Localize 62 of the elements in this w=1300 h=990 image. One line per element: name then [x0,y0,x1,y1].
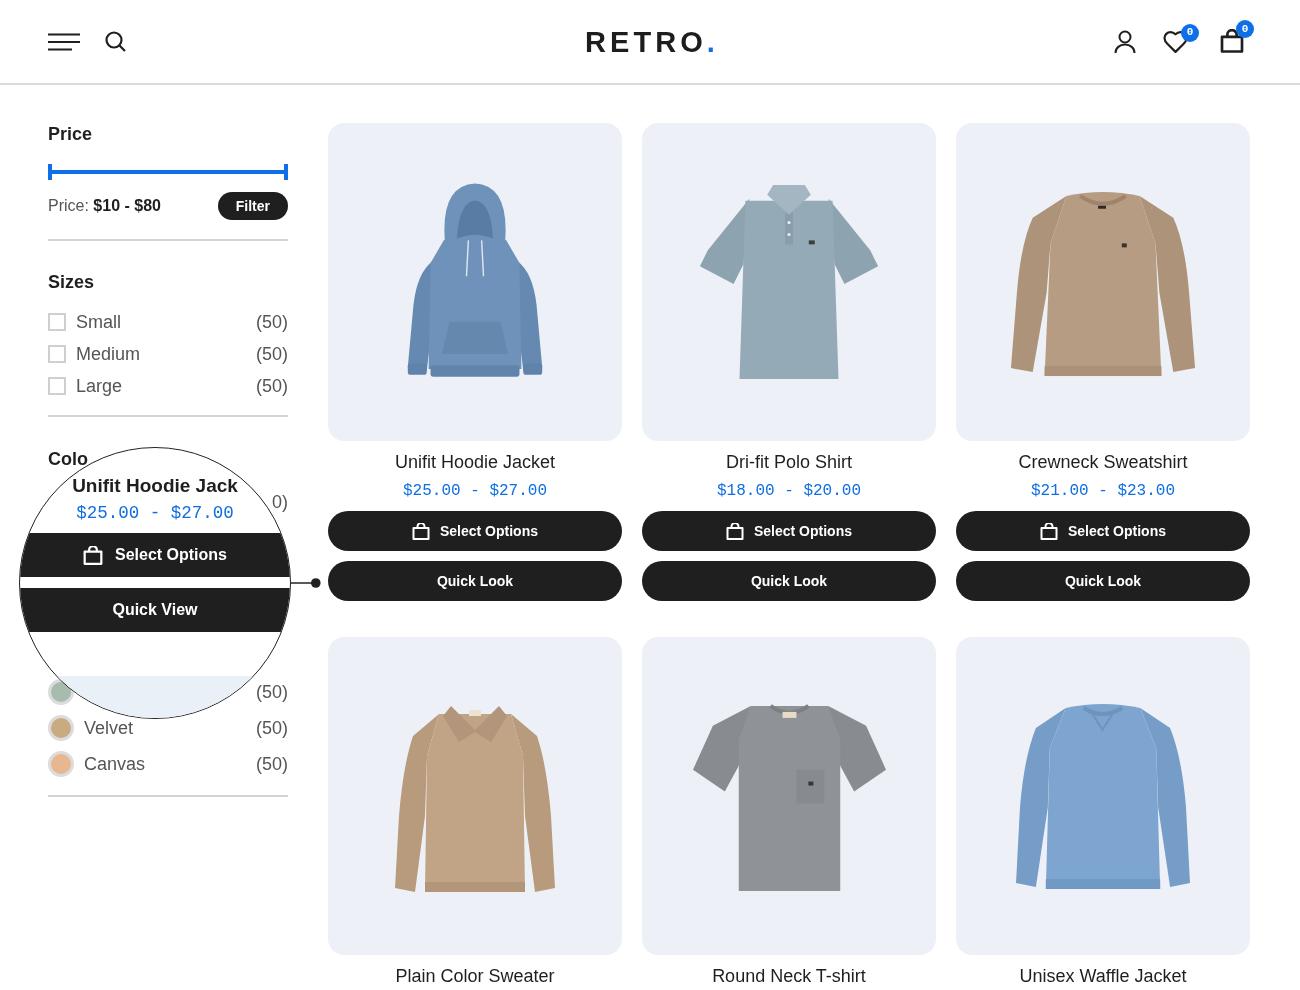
size-checkbox[interactable] [48,377,66,395]
color-swatch-icon[interactable] [48,715,74,741]
slider-handle[interactable] [284,164,288,180]
size-label[interactable]: Small [76,310,121,334]
wishlist-count-badge: 0 [1181,23,1199,42]
user-icon[interactable] [1114,29,1136,54]
shopping-bag-icon [83,545,103,565]
quick-look-button[interactable]: Quick Look [642,561,936,601]
product-image-tile[interactable] [956,123,1250,441]
size-count: (50) [256,343,288,366]
price-heading: Price [48,123,94,145]
select-options-button[interactable]: Select Options [956,511,1250,551]
price-slider-track[interactable] [48,164,288,180]
filter-button[interactable]: Filter [217,192,288,220]
color-label[interactable]: Canvas [84,752,146,776]
magnified-product-title: Unifit Hoodie Jack [72,474,238,498]
size-checkbox[interactable] [48,313,66,331]
sizes-heading: Sizes [48,271,96,293]
logo[interactable]: RETRO. [581,24,719,59]
product-title[interactable]: Round Neck T-shirt [712,965,866,987]
quick-look-button[interactable]: Quick Look [956,561,1250,601]
color-count: (50) [256,717,288,740]
product-image-tile[interactable] [328,123,622,441]
quick-view-button[interactable]: Quick View [20,588,290,632]
shopping-bag-icon [1040,522,1058,540]
size-label[interactable]: Large [76,374,123,398]
shopping-bag-icon[interactable] [1220,29,1244,54]
cart-count-badge: 0 [1236,20,1254,38]
size-checkbox[interactable] [48,345,66,363]
color-count: (50) [256,681,288,704]
price-range-text: Price: $10 - $80 [48,196,161,216]
product-title[interactable]: Crewneck Sweatshirt [1018,451,1188,473]
search-icon[interactable] [105,31,126,52]
product-price: $25.00 - $27.00 [403,481,547,502]
select-options-button[interactable]: Select Options [20,533,290,577]
product-price: $18.00 - $20.00 [717,481,861,502]
product-title[interactable]: Plain Color Sweater [395,965,555,987]
product-image-tile[interactable] [956,637,1250,955]
product-image-tile[interactable] [328,637,622,955]
magnified-product-price: $25.00 - $27.00 [76,502,234,524]
slider-handle[interactable] [48,164,52,180]
product-price: $21.00 - $23.00 [1031,481,1175,502]
color-swatch-icon[interactable] [48,751,74,777]
colors-heading: Colo [48,448,89,470]
shopping-bag-icon [412,522,430,540]
select-options-button[interactable]: Select Options [328,511,622,551]
size-count: (50) [256,375,288,398]
color-count: (50) [256,753,288,776]
menu-icon[interactable] [48,32,80,51]
quick-look-button[interactable]: Quick Look [328,561,622,601]
select-options-button[interactable]: Select Options [642,511,936,551]
size-count: (50) [256,311,288,334]
shopping-bag-icon [726,522,744,540]
product-image-tile[interactable] [642,637,936,955]
color-count: 0) [272,491,288,514]
product-title[interactable]: Unifit Hoodie Jacket [394,451,556,473]
product-image-tile[interactable] [642,123,936,441]
heart-icon[interactable] [1163,30,1188,53]
size-label[interactable]: Medium [76,342,141,366]
product-title[interactable]: Dri-fit Polo Shirt [726,451,852,473]
color-label[interactable]: Velvet [84,716,134,740]
product-title[interactable]: Unisex Waffle Jacket [1019,965,1187,987]
